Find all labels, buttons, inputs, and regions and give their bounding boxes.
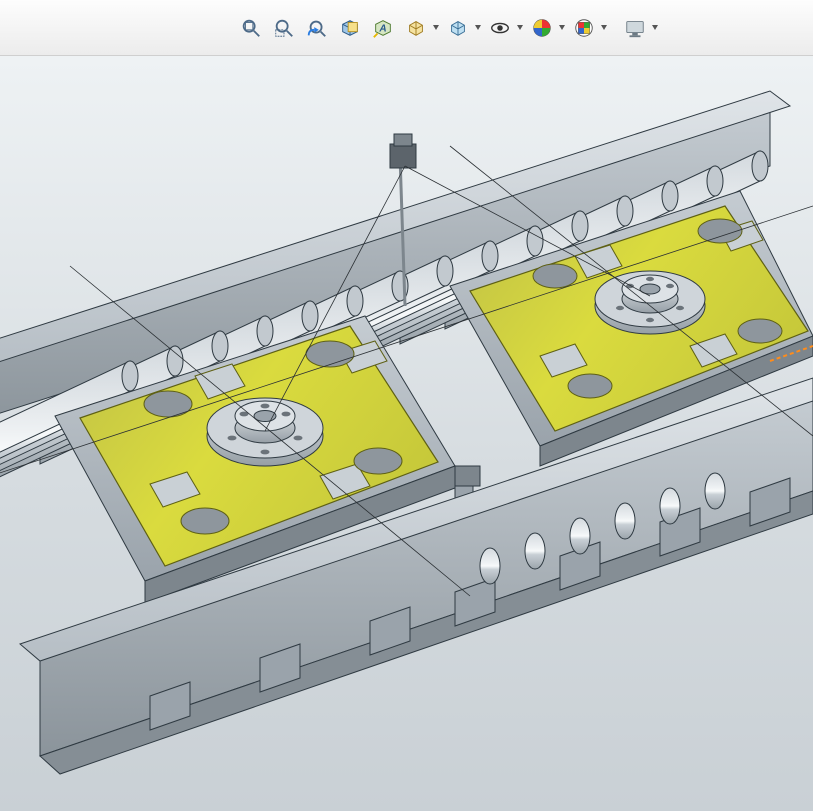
- edit-appearance-dropdown[interactable]: [558, 25, 566, 31]
- view-settings-icon: [624, 17, 646, 39]
- hide-show-button[interactable]: [485, 13, 515, 43]
- apply-scene-icon: [573, 17, 595, 39]
- graphics-viewport[interactable]: [0, 56, 813, 811]
- hide-show-icon: [489, 17, 511, 39]
- display-style-button[interactable]: [443, 13, 473, 43]
- view-orientation-button[interactable]: [401, 13, 431, 43]
- previous-view-button[interactable]: [302, 13, 332, 43]
- conveyor-assembly-model: [0, 56, 813, 811]
- previous-view-icon: [306, 17, 328, 39]
- hide-show-dropdown[interactable]: [516, 25, 524, 31]
- zoom-area-icon: [273, 17, 295, 39]
- view-orientation-dropdown[interactable]: [432, 25, 440, 31]
- view-orientation-icon: [405, 17, 427, 39]
- dynamic-annotation-icon: A: [372, 17, 394, 39]
- section-view-icon: [339, 17, 361, 39]
- zoom-to-fit-button[interactable]: [236, 13, 266, 43]
- svg-text:A: A: [378, 23, 386, 34]
- edit-appearance-icon: [531, 17, 553, 39]
- view-settings-button[interactable]: [620, 13, 650, 43]
- dynamic-annotation-button[interactable]: A: [368, 13, 398, 43]
- view-settings-dropdown[interactable]: [651, 25, 659, 31]
- display-style-icon: [447, 17, 469, 39]
- apply-scene-dropdown[interactable]: [600, 25, 608, 31]
- section-view-button[interactable]: [335, 13, 365, 43]
- zoom-area-button[interactable]: [269, 13, 299, 43]
- apply-scene-button[interactable]: [569, 13, 599, 43]
- display-style-dropdown[interactable]: [474, 25, 482, 31]
- edit-appearance-button[interactable]: [527, 13, 557, 43]
- zoom-to-fit-icon: [240, 17, 262, 39]
- heads-up-view-toolbar: A: [0, 0, 813, 56]
